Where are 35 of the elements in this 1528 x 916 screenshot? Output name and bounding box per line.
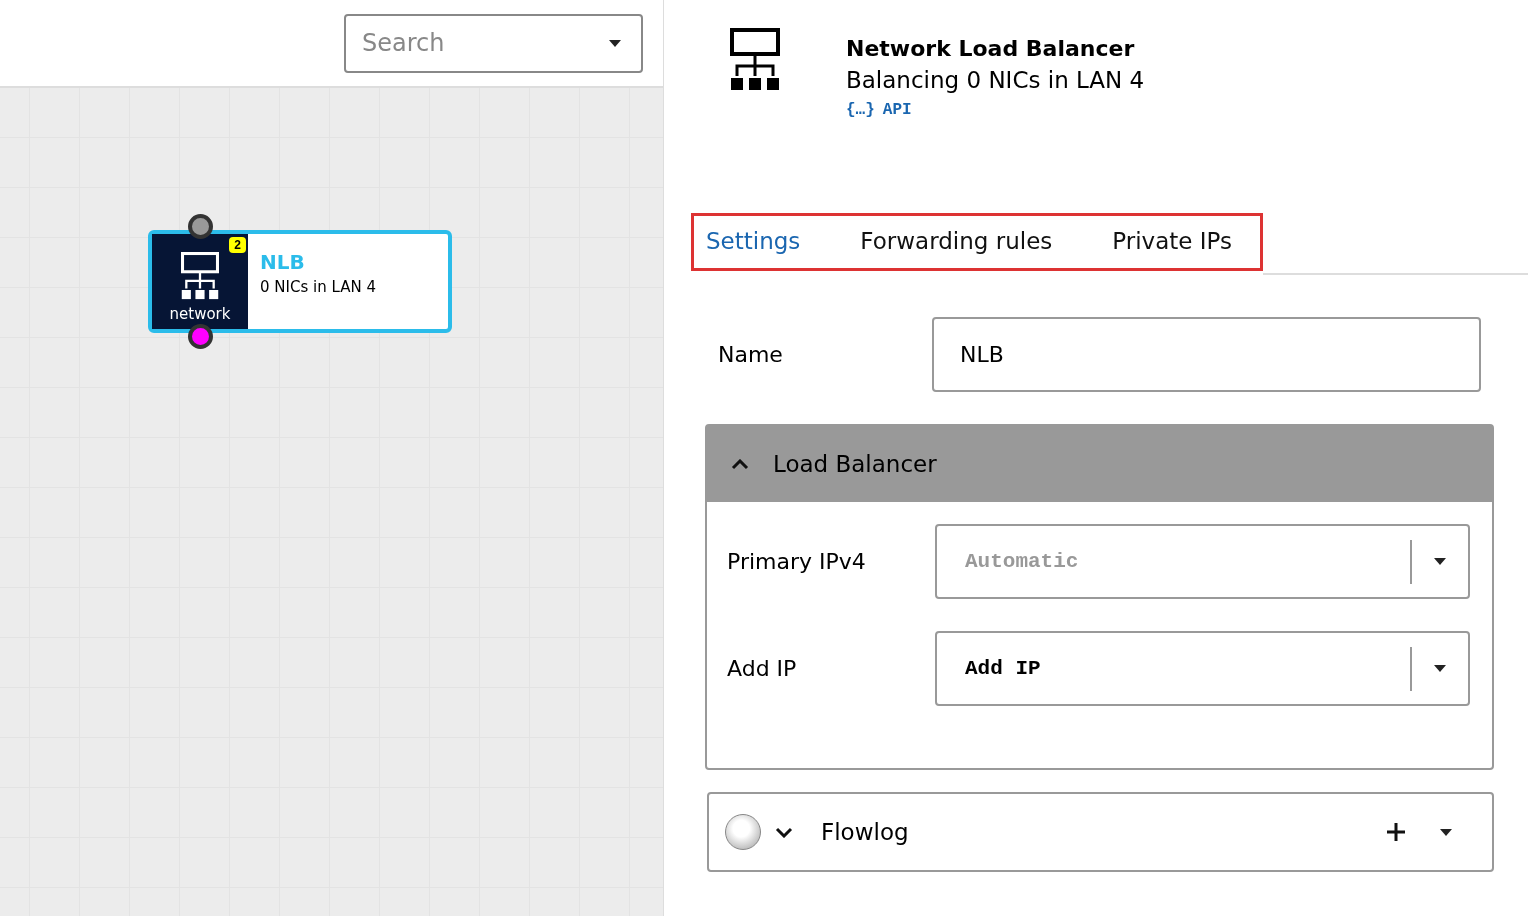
name-input[interactable]: NLB — [932, 317, 1481, 392]
dropdown-value: Add IP — [964, 657, 1042, 680]
tab[interactable]: Private IPs — [1112, 228, 1232, 254]
caret-icon — [609, 39, 621, 47]
node-card[interactable]: network 2 NLB 0 NICs in LAN 4 — [148, 230, 452, 333]
network-icon — [181, 251, 219, 301]
tab[interactable]: Settings — [706, 228, 801, 254]
node-subtitle: 0 NICs in LAN 4 — [260, 278, 376, 296]
node-title: NLB — [260, 250, 306, 274]
port-icon[interactable] — [188, 324, 213, 349]
dropdown-placeholder: Automatic — [964, 550, 1080, 573]
section-header[interactable]: Load Balancer — [707, 426, 1492, 502]
caret-icon — [1434, 558, 1446, 565]
api-link[interactable]: {…} API — [846, 101, 1145, 119]
count-badge: 2 — [229, 237, 246, 253]
search-dropdown[interactable]: Search — [344, 13, 643, 73]
section-title: Load Balancer — [773, 451, 937, 477]
tab[interactable]: Forwarding rules — [860, 228, 1053, 254]
port-icon[interactable] — [188, 214, 213, 239]
search-placeholder: Search — [362, 29, 445, 57]
caret-icon — [1434, 665, 1446, 672]
panel-subtitle: Balancing 0 NICs in LAN 4 — [846, 67, 1145, 93]
network-icon — [730, 28, 780, 93]
chevron-icon[interactable] — [775, 826, 793, 838]
field-label: Name — [718, 342, 784, 367]
ip-dropdown[interactable]: Add IP — [935, 631, 1470, 706]
node-type-label: network — [169, 305, 231, 323]
chevron-icon[interactable] — [731, 458, 749, 470]
plus-icon[interactable] — [1386, 822, 1406, 842]
field-label: Add IP — [727, 656, 798, 681]
toggle-icon[interactable] — [725, 814, 761, 850]
caret-icon — [1440, 828, 1452, 836]
field-label: Primary IPv4 — [727, 549, 867, 574]
flowlog-title: Flowlog — [821, 819, 910, 845]
panel-title: Network Load Balancer — [846, 36, 1136, 61]
